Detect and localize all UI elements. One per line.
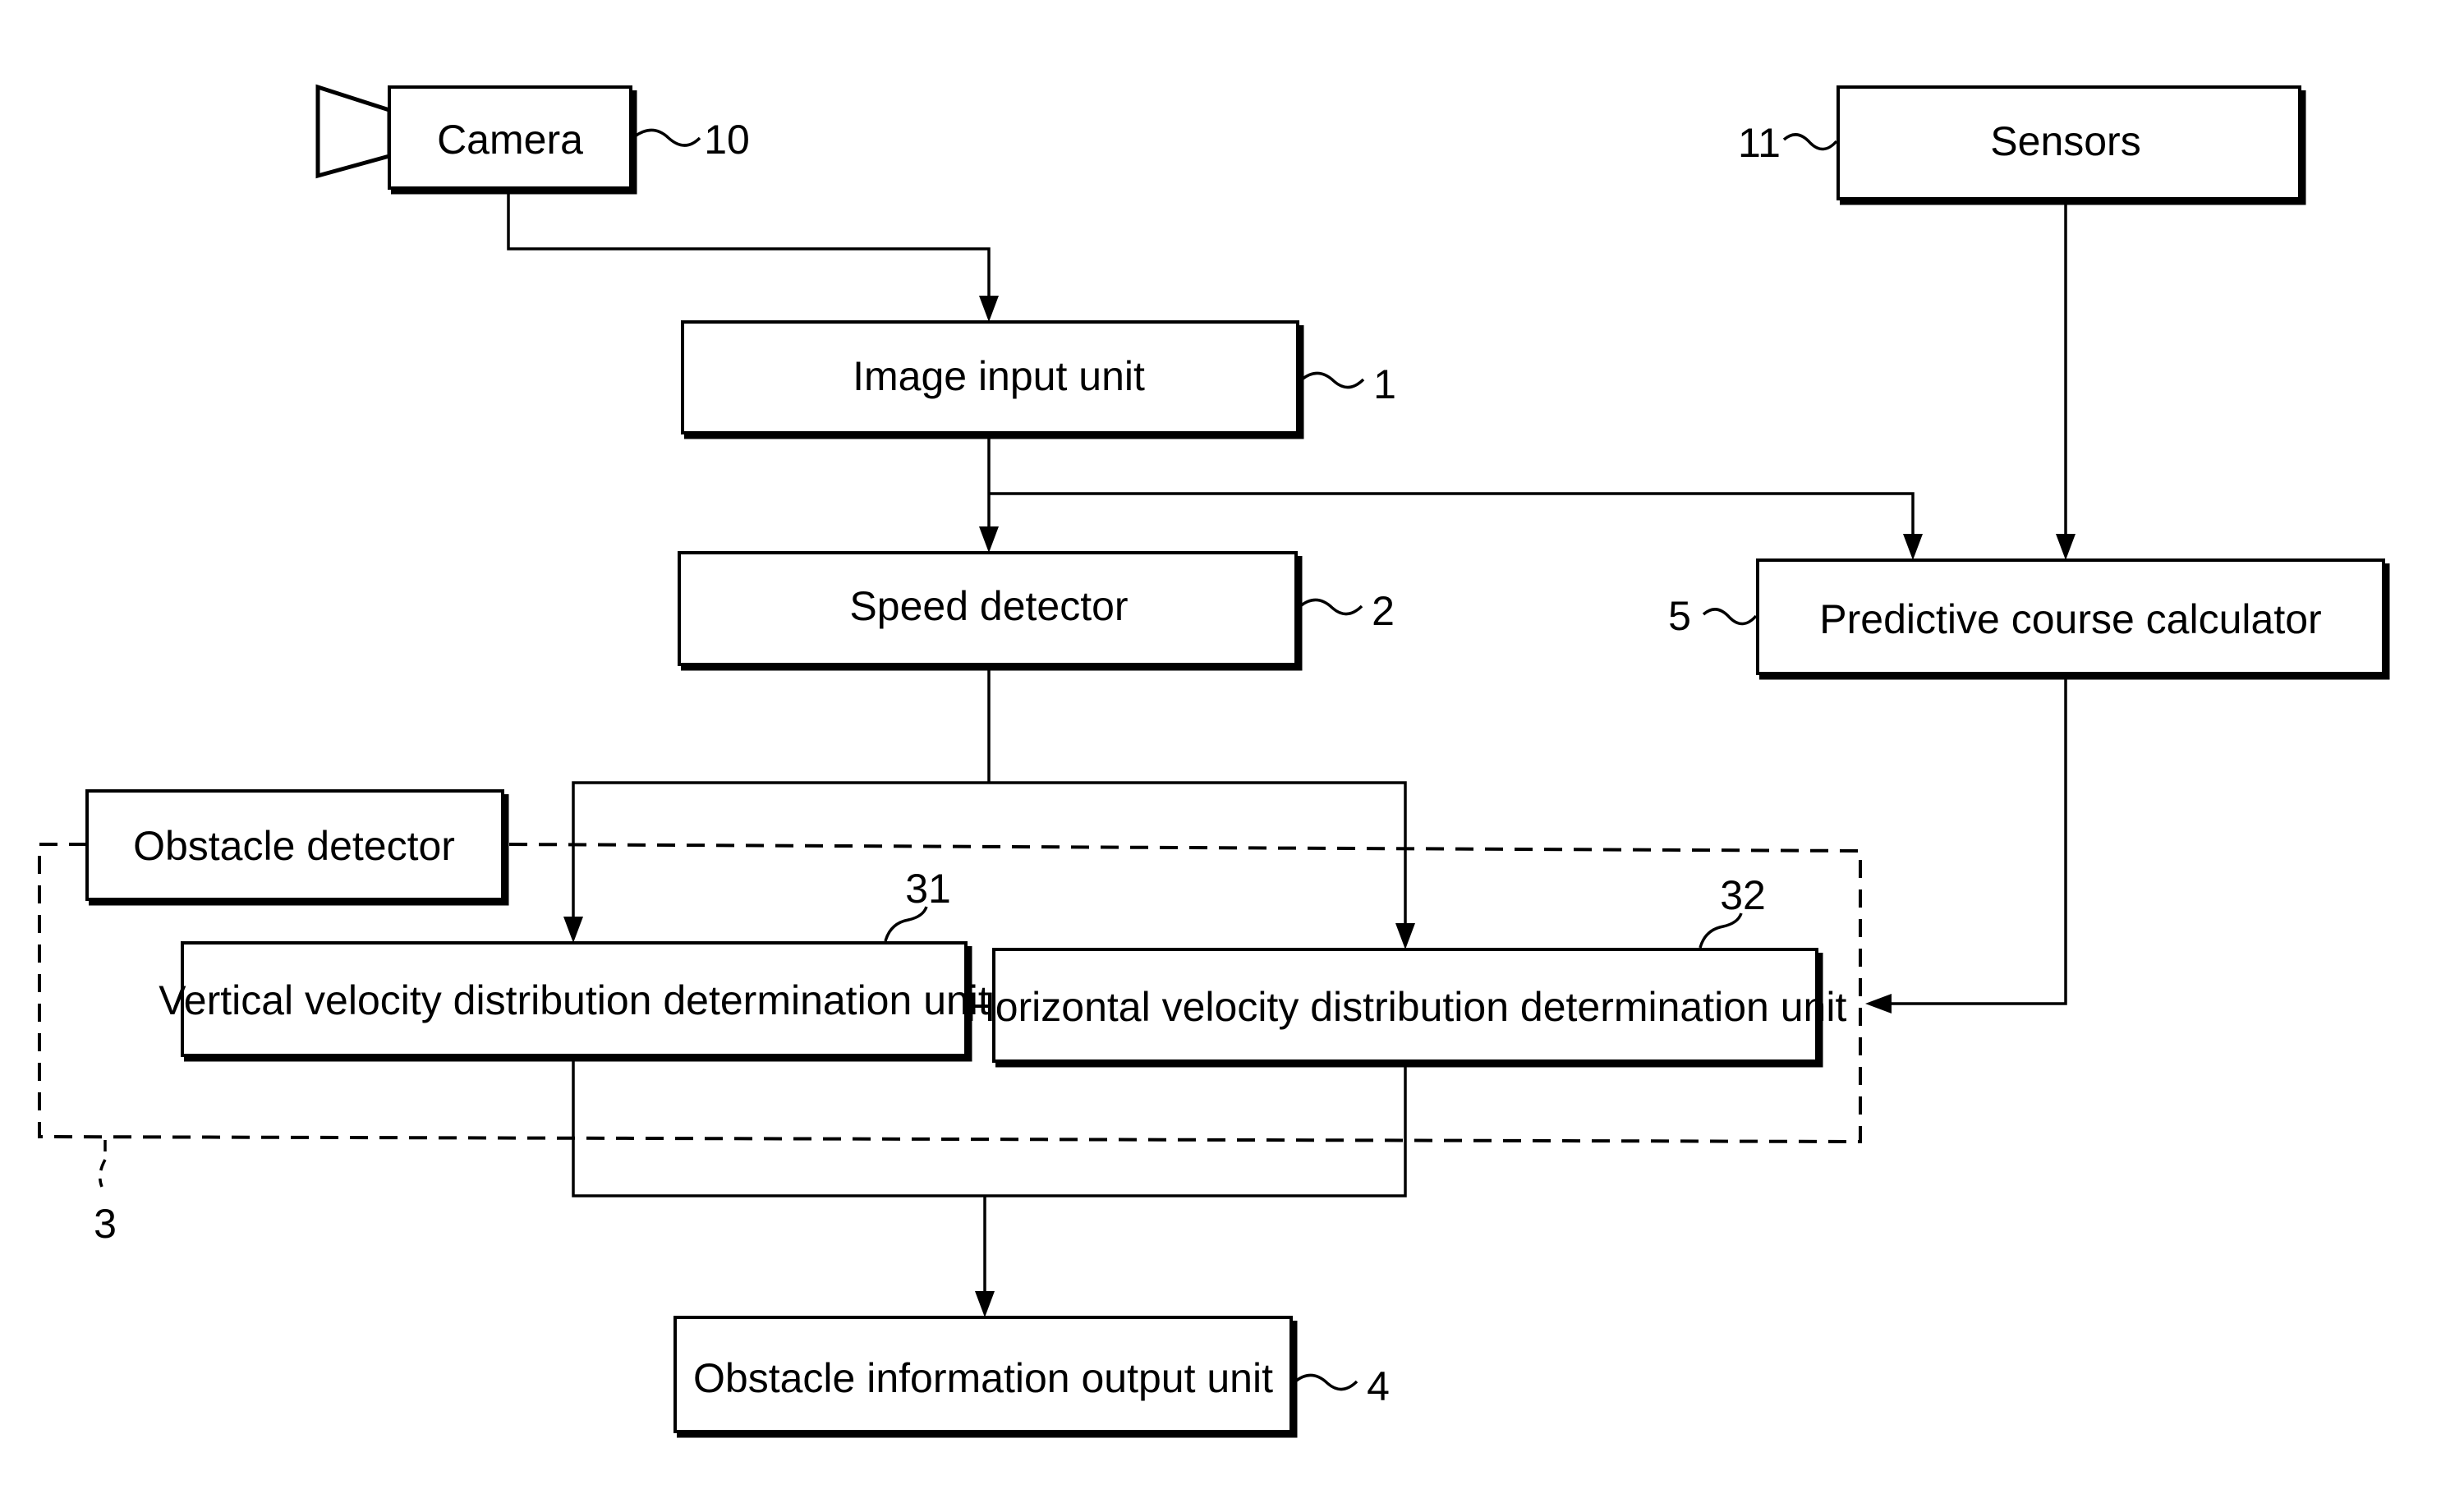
ref-label-3: 3 (94, 1201, 117, 1247)
arrowhead-icon (975, 1291, 995, 1317)
ref-leader-10 (633, 128, 701, 147)
image-input-unit-label: Image input unit (853, 353, 1145, 399)
ref-label-31: 31 (905, 866, 951, 912)
image-input-unit-block[interactable]: Image input unit (681, 320, 1304, 439)
ref-leader-31 (884, 906, 928, 942)
sensors-label: Sensors (1990, 118, 2140, 164)
connector-predictive-to-obstacle-detector (1882, 679, 2067, 1005)
predictive-course-calculator-block[interactable]: Predictive course calculator (1756, 558, 2390, 680)
arrowhead-icon (2056, 534, 2076, 560)
horizontal-velocity-unit-label: Horizontal velocity distribution determi… (966, 984, 1847, 1030)
connector-vertical-to-join (572, 1058, 1407, 1197)
ref-label-10: 10 (704, 117, 750, 163)
ref-leader-2 (1299, 598, 1363, 616)
vertical-velocity-unit-label: Vertical velocity distribution determina… (159, 977, 990, 1023)
speed-detector-label: Speed detector (849, 583, 1128, 629)
arrowhead-icon (563, 917, 583, 943)
arrowhead-icon (1395, 923, 1415, 949)
ref-leader-5 (1702, 608, 1758, 626)
block-diagram: 3 Camera 10 Sensors 11 Image input unit … (38, 84, 2390, 1438)
camera-lens-icon (315, 84, 392, 179)
arrowhead-icon (979, 296, 999, 322)
arrowhead-icon (979, 526, 999, 553)
connector-speed-to-horizontal (989, 781, 1407, 933)
obstacle-information-output-unit-label: Obstacle information output unit (693, 1355, 1273, 1401)
ref-leader-1 (1300, 371, 1365, 389)
camera-label: Camera (437, 117, 583, 163)
connector-image-input-to-predictive (989, 492, 1915, 544)
arrowhead-icon (1865, 994, 1892, 1013)
horizontal-velocity-unit-block[interactable]: Horizontal velocity distribution determi… (966, 948, 1847, 1068)
ref-label-2: 2 (1372, 588, 1395, 634)
ref-label-1: 1 (1373, 361, 1396, 407)
ref-leader-32 (1699, 912, 1743, 949)
ref-leader-3 (99, 1140, 107, 1188)
connector-camera-to-image-input (507, 194, 991, 306)
speed-detector-block[interactable]: Speed detector (678, 551, 1303, 671)
sensors-block[interactable]: Sensors (1837, 85, 2306, 205)
ref-label-4: 4 (1367, 1363, 1390, 1409)
vertical-velocity-unit-block[interactable]: Vertical velocity distribution determina… (159, 941, 990, 1062)
obstacle-detector-block[interactable]: Obstacle detector (85, 789, 509, 906)
obstacle-detector-label: Obstacle detector (133, 823, 455, 869)
obstacle-information-output-unit-block[interactable]: Obstacle information output unit (673, 1316, 1298, 1438)
arrowhead-icon (1903, 534, 1923, 560)
ref-label-32: 32 (1720, 872, 1766, 918)
camera-block[interactable]: Camera (315, 84, 637, 195)
ref-label-5: 5 (1668, 593, 1691, 639)
ref-label-11: 11 (1738, 120, 1781, 166)
ref-leader-4 (1294, 1373, 1358, 1391)
predictive-course-calculator-label: Predictive course calculator (1819, 596, 2321, 642)
ref-leader-11 (1782, 133, 1838, 151)
